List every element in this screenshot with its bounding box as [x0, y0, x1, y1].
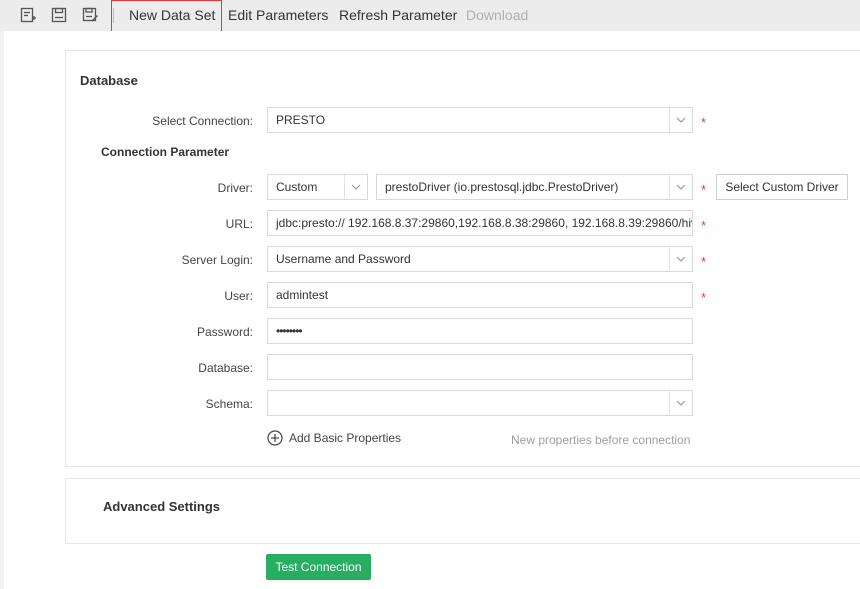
database-input[interactable]	[267, 354, 693, 380]
chevron-down-icon	[669, 175, 692, 199]
download-button[interactable]: Download	[466, 7, 528, 23]
schema-label: Schema:	[205, 397, 253, 411]
chevron-down-icon	[669, 247, 692, 271]
save-icon[interactable]	[50, 6, 68, 24]
select-connection-label: Select Connection:	[152, 114, 253, 128]
server-login-label: Server Login:	[181, 253, 253, 267]
driver-type-dropdown[interactable]: Custom	[267, 174, 368, 200]
user-label: User:	[224, 289, 253, 303]
edit-parameters-button[interactable]: Edit Parameters	[228, 7, 328, 23]
properties-hint: New properties before connection	[511, 433, 691, 447]
toolbar: New Data Set Edit Parameters Refresh Par…	[0, 0, 860, 31]
required-mark: *	[701, 254, 707, 269]
select-custom-driver-button[interactable]: Select Custom Driver	[716, 174, 848, 200]
driver-value: prestoDriver (io.prestosql.jdbc.PrestoDr…	[385, 180, 619, 194]
user-input[interactable]: admintest	[267, 282, 693, 308]
required-mark: *	[701, 218, 707, 233]
server-login-dropdown[interactable]: Username and Password	[267, 246, 693, 272]
test-connection-button[interactable]: Test Connection	[266, 554, 371, 580]
add-basic-properties-button[interactable]: Add Basic Properties	[267, 429, 401, 447]
password-input[interactable]: ••••••••	[267, 318, 693, 344]
server-login-value: Username and Password	[276, 252, 411, 266]
password-label: Password:	[196, 325, 253, 339]
database-title: Database	[80, 73, 138, 88]
required-mark: *	[701, 290, 707, 305]
select-connection-value: PRESTO	[276, 113, 326, 127]
new-data-set-button[interactable]: New Data Set	[129, 7, 215, 23]
required-mark: *	[701, 182, 707, 197]
refresh-parameter-button[interactable]: Refresh Parameter	[339, 7, 457, 23]
driver-label: Driver:	[217, 181, 253, 195]
save-as-icon[interactable]	[81, 6, 99, 24]
chevron-down-icon	[669, 108, 692, 132]
database-label: Database:	[198, 361, 253, 375]
schema-dropdown[interactable]	[267, 390, 693, 416]
toolbar-separator	[113, 8, 114, 23]
chevron-down-icon	[344, 175, 367, 199]
chevron-down-icon	[669, 391, 692, 415]
connection-parameter-title: Connection Parameter	[101, 145, 230, 159]
driver-type-value: Custom	[276, 180, 318, 194]
add-basic-properties-label: Add Basic Properties	[289, 431, 402, 445]
url-input[interactable]: jdbc:presto:// 192.168.8.37:29860,192.16…	[267, 210, 693, 236]
advanced-settings-title[interactable]: Advanced Settings	[103, 499, 220, 514]
url-label: URL:	[225, 217, 253, 231]
select-connection-dropdown[interactable]: PRESTO	[267, 107, 693, 133]
new-report-icon[interactable]	[19, 6, 37, 24]
required-mark: *	[701, 115, 707, 130]
plus-circle-icon	[267, 430, 283, 446]
driver-dropdown[interactable]: prestoDriver (io.prestosql.jdbc.PrestoDr…	[376, 174, 693, 200]
